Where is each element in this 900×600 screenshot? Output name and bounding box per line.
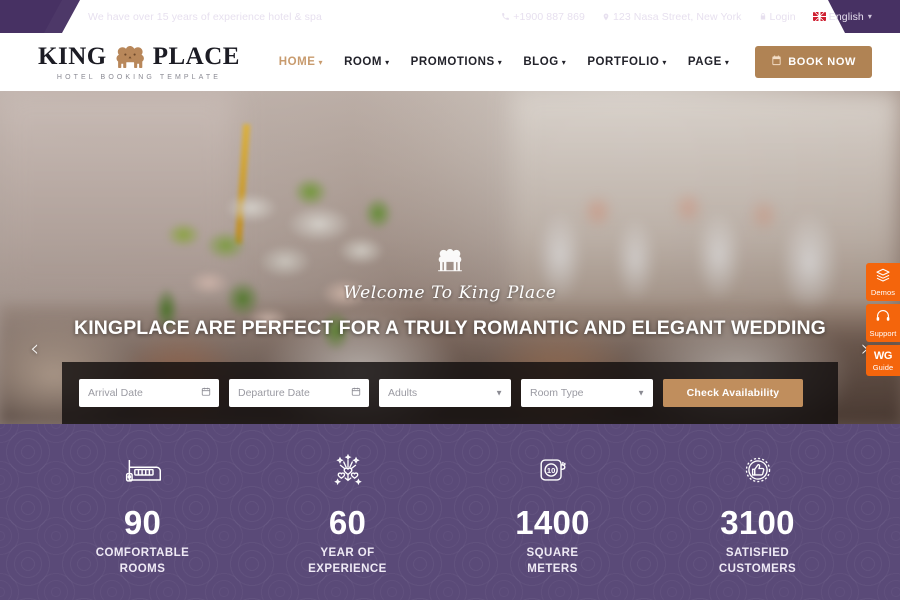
stat-satisfied-customers: 3100 SATISFIED CUSTOMERS [655,450,860,600]
chevron-down-icon: ▾ [561,57,567,67]
stat-year-of-experience: 60 YEAR OF EXPERIENCE [245,450,450,600]
chevron-down-icon: ▾ [662,57,667,67]
chevron-down-icon: ▾ [497,57,503,67]
nav-label-portfolio: PORTFOLIO [587,56,660,68]
arrival-date-placeholder: Arrival Date [88,387,143,399]
slider-prev-arrow[interactable]: ‹ [30,338,39,361]
adults-select[interactable]: Adults ▼ [379,379,511,407]
logo-word-place: PLACE [152,43,240,70]
calendar-icon [201,387,211,400]
fireworks-icon [245,450,450,490]
side-tab-label-support: Support [869,329,897,338]
top-bar: We have over 15 years of experience hote… [0,0,900,33]
chevron-down-icon: ▾ [318,57,324,67]
stat-label-line1: YEAR OF [320,547,375,559]
book-now-label: BOOK NOW [788,56,856,68]
bed-icon [40,450,245,490]
nav-item-promotions[interactable]: PROMOTIONS ▾ [411,56,503,68]
room-type-select[interactable]: Room Type ▼ [521,379,653,407]
stat-label-line2: CUSTOMERS [718,563,797,576]
phone-number: +1900 887 869 [513,10,585,23]
headset-icon [875,310,891,327]
top-bar-tagline: We have over 15 years of experience hote… [88,10,322,23]
thumbs-up-badge-icon [655,450,860,490]
nav-label-room: ROOM [344,56,383,68]
chevron-down-icon: ▾ [867,12,872,21]
check-availability-button[interactable]: Check Availability [663,379,803,407]
stat-label-line1: COMFORTABLE [95,547,190,559]
stat-square-meters: 10 1400 SQUARE METERS [450,450,655,600]
side-tab-label-guide: Guide [872,363,894,372]
statistics-section: 90 COMFORTABLE ROOMS 60 YEAR OF EXPERIEN… [0,424,900,600]
stat-label-line1: SATISFIED [725,547,790,559]
side-tab-demos[interactable]: Demos [866,263,900,301]
wg-logo-icon: WG [873,350,893,362]
site-logo[interactable]: KING PLACE HOTEL BOOKING TEMPLATE [38,44,239,81]
phone-icon [501,12,510,21]
adults-placeholder: Adults [388,387,418,399]
departure-date-field[interactable]: Departure Date [229,379,369,407]
main-navigation: HOME ▾ ROOM ▾ PROMOTIONS ▾ BLOG ▾ PORTFO… [253,56,755,68]
stat-number: 1400 [515,504,590,541]
calendar-icon [351,387,361,400]
hero-slider: Welcome To King Place KINGPLACE ARE PERF… [0,91,900,424]
nav-label-home: HOME [278,56,316,68]
lock-icon [759,12,767,21]
room-type-placeholder: Room Type [530,387,584,399]
chevron-down-icon: ▼ [495,388,503,398]
nav-item-portfolio[interactable]: PORTFOLIO ▾ [587,56,667,68]
side-tab-label-demos: Demos [870,288,896,297]
nav-label-blog: BLOG [523,56,559,68]
side-tab-support[interactable]: Support [866,304,900,342]
nav-item-home[interactable]: HOME ▾ [279,56,323,68]
language-label: English [828,10,864,23]
stat-number: 3100 [720,504,795,541]
stat-label-line1: SQUARE [526,547,579,559]
hero-ornament-icon [0,246,900,281]
location-pin-icon [602,12,610,22]
stat-comfortable-rooms: 90 COMFORTABLE ROOMS [40,450,245,600]
stat-number: 90 [123,504,162,541]
chevron-down-icon: ▼ [637,388,645,398]
language-selector[interactable]: English ▾ [812,10,872,23]
svg-text:10: 10 [546,466,554,475]
address-text: 123 Nasa Street, New York [612,10,742,23]
nav-item-page[interactable]: PAGE ▾ [688,56,730,68]
chevron-down-icon: ▾ [724,57,730,67]
book-now-button[interactable]: BOOK NOW [755,46,872,78]
stat-number: 60 [328,504,367,541]
hero-script-text: Welcome To King Place [343,283,557,303]
measuring-tape-icon: 10 [450,450,655,490]
nav-label-page: PAGE [687,56,722,68]
nav-item-room[interactable]: ROOM ▾ [344,56,390,68]
departure-date-placeholder: Departure Date [238,387,310,399]
stat-label-line2: EXPERIENCE [308,563,387,576]
logo-word-king: KING [38,43,107,70]
stat-label-line2: ROOMS [119,563,166,576]
nav-label-promotions: PROMOTIONS [410,56,495,68]
arrival-date-field[interactable]: Arrival Date [79,379,219,407]
phone-link[interactable]: +1900 887 869 [501,11,585,23]
stat-label-line2: METERS [527,563,578,576]
uk-flag-icon [812,12,826,21]
login-link[interactable]: Login [759,11,796,23]
address-link[interactable]: 123 Nasa Street, New York [602,11,742,23]
calendar-icon [771,55,782,69]
site-header: KING PLACE HOTEL BOOKING TEMPLATE HOME ▾ [0,33,900,91]
hero-headline: KINGPLACE ARE PERFECT FOR A TRULY ROMANT… [74,316,826,339]
booking-form: Arrival Date Departure Date Adults ▼ Roo… [62,362,838,424]
floating-side-tabs: Demos Support WG Guide [866,263,900,376]
chevron-down-icon: ▾ [385,57,390,67]
nav-item-blog[interactable]: BLOG ▾ [523,56,566,68]
login-label: Login [769,10,796,23]
lion-crest-icon [109,44,151,70]
layers-icon [875,268,891,286]
logo-tagline: HOTEL BOOKING TEMPLATE [56,73,222,81]
side-tab-guide[interactable]: WG Guide [866,345,900,376]
